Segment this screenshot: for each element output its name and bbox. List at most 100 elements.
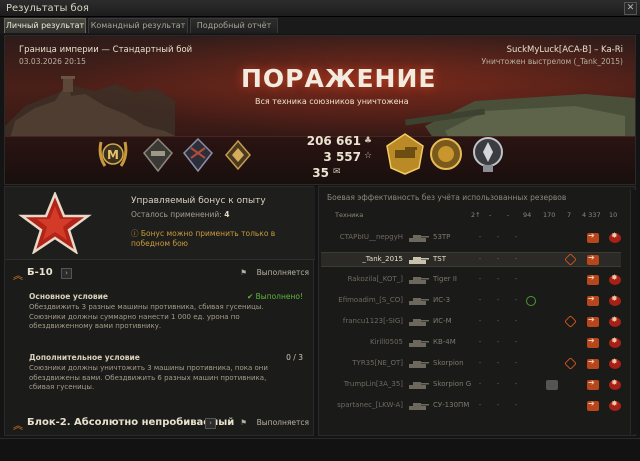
kill-blast-icon: [609, 357, 621, 369]
mission-header[interactable]: ︽ Б-10 › ⚑ Выполняется: [13, 267, 309, 282]
killed-by: Уничтожен выстрелом (_Tank_2015): [481, 57, 623, 66]
efficiency-row[interactable]: francu1123[-SIG] ИС-М - - -: [321, 315, 621, 330]
damage-arrow-icon: [587, 273, 599, 285]
mission-info-button[interactable]: ›: [205, 418, 216, 429]
xp-bonus-block: Управляемый бонус к опыту Осталось приме…: [5, 187, 315, 260]
tank-icon: [409, 257, 429, 264]
main-condition-title: Основное условие: [29, 292, 109, 301]
tank-icon: [409, 403, 429, 410]
stat-cell: -: [514, 401, 518, 409]
bonus-warning: ⓘ Бонус можно применить только в победно…: [131, 229, 276, 248]
tank-name: TST: [433, 255, 446, 263]
tank-name: КВ-4М: [433, 338, 456, 346]
credits-value: 206 661: [306, 134, 361, 148]
collapse-chevron-icon[interactable]: ︽: [13, 267, 23, 282]
scrollbar[interactable]: [630, 190, 638, 434]
efficiency-row[interactable]: spartanec_[LKW-A] СУ-130ПМ - - -: [321, 399, 621, 414]
efficiency-panel: Боевая эффективность без учёта использов…: [318, 186, 636, 436]
damage-arrow-icon: [587, 294, 599, 306]
efficiency-row[interactable]: Kirill0505 КВ-4М - - -: [321, 336, 621, 351]
efficiency-row[interactable]: Rakozila[_KOT_] Tiger II - - -: [321, 273, 621, 288]
column-header-tech: Техника: [335, 211, 364, 219]
stat-cell: -: [478, 401, 482, 409]
player-name: Efimoadim_[S_CO]: [338, 296, 403, 304]
tank-icon: [409, 298, 429, 305]
free-xp-value: 35: [312, 166, 329, 180]
tank-icon: [409, 382, 429, 389]
tab-personal-result[interactable]: Личный результат: [4, 18, 86, 33]
flag-icon: ⚑: [240, 418, 247, 427]
tank-icon: [409, 340, 429, 347]
tank-name: 53TP: [433, 233, 451, 241]
player-name: Rakozila[_KOT_]: [347, 275, 403, 283]
mission-name: Б-10: [27, 267, 53, 278]
stat-cell: -: [496, 359, 500, 367]
bonus-remaining-value: 4: [224, 210, 230, 219]
mission-status: Выполняется: [256, 268, 309, 277]
battle-result: ПОРАЖЕНИЕ: [241, 64, 437, 93]
main-condition-text: Обездвижить 3 разные машины противника, …: [29, 303, 264, 330]
player-name: Kirill0505: [369, 338, 403, 346]
close-icon[interactable]: ✕: [624, 2, 637, 15]
tank-icon: [409, 277, 429, 284]
stat-cell: -: [496, 317, 500, 325]
map-name: Граница империи — Стандартный бой: [19, 45, 193, 55]
tank-icon: [409, 361, 429, 368]
gold-tank-medal-icon[interactable]: [385, 132, 425, 176]
stat-cell: -: [514, 296, 518, 304]
mission-name: Блок-2. Абсолютно непробиваемый: [27, 417, 235, 428]
column-header: 10: [609, 211, 618, 219]
column-header: 4 337: [582, 211, 601, 219]
achievement-medal-icon[interactable]: [183, 138, 213, 172]
main-condition-status: ✔ Выполнено!: [246, 292, 303, 301]
column-header: -: [507, 211, 510, 219]
player-name: spartanec_[LKW-A]: [337, 401, 403, 409]
efficiency-row[interactable]: TrumpLin[3A_35] Skorpion G---: [321, 378, 621, 393]
damage-arrow-icon: [587, 357, 599, 369]
stat-cell: -: [478, 255, 482, 263]
extra-condition-text: Союзники должны уничтожить 3 машины прот…: [29, 364, 268, 391]
efficiency-row[interactable]: Efimoadim_[S_CO] ИС-3 - - -: [321, 294, 621, 309]
collapse-chevron-icon[interactable]: ︽: [13, 417, 23, 432]
efficiency-row[interactable]: CTAPbIU__nepgyH 53TP - - -: [321, 231, 621, 246]
kill-blast-icon: [609, 399, 621, 411]
silver-medal-icon[interactable]: [471, 134, 505, 174]
credits-icon: ♣: [364, 136, 373, 146]
bonus-remaining: Осталось применений: 4: [131, 210, 230, 219]
result-banner: Граница империи — Стандартный бой 03.03.…: [4, 35, 636, 185]
achievement-medal-icon[interactable]: [143, 138, 173, 172]
stat-cell: -: [514, 317, 518, 325]
mission-status: Выполняется: [256, 418, 309, 427]
gold-medal-icon[interactable]: [429, 136, 463, 172]
stat-cell: -: [478, 296, 482, 304]
efficiency-row[interactable]: TYR35[NE_OT] Skorpion - - -: [321, 357, 621, 372]
tab-detailed-report[interactable]: Подробный отчёт: [190, 18, 278, 33]
extra-condition-count: 0 / 3: [286, 353, 303, 362]
tank-name: Skorpion G: [433, 380, 472, 388]
efficiency-row[interactable]: _Tank_2015 TST - - -: [321, 252, 621, 267]
stat-cell: -: [514, 338, 518, 346]
player-name: CTAPbIU__nepgyH: [339, 233, 403, 241]
tank-icon: [409, 235, 429, 242]
stat-cell: -: [496, 380, 500, 388]
kill-blast-icon: [609, 336, 621, 348]
mission-info-button[interactable]: ›: [61, 268, 72, 279]
mastery-badge-icon[interactable]: M: [97, 136, 129, 174]
damage-arrow-icon: [587, 399, 599, 411]
tank-name: СУ-130ПМ: [433, 401, 470, 409]
stat-cell: -: [514, 275, 518, 283]
kill-blast-icon: [609, 378, 621, 390]
track-damage-icon: [564, 253, 577, 266]
mission-header[interactable]: ︽ Блок-2. Абсолютно непробиваемый › ⚑ Вы…: [13, 417, 309, 432]
damage-arrow-icon: [587, 336, 599, 348]
achievement-medal-icon[interactable]: [225, 140, 251, 170]
damage-arrow-icon: [587, 315, 599, 327]
tab-team-result[interactable]: Командный результат: [88, 18, 188, 33]
column-header: 7: [567, 211, 572, 219]
stat-cell: -: [496, 338, 500, 346]
bottom-bar: [0, 438, 640, 461]
efficiency-title: Боевая эффективность без учёта использов…: [327, 193, 567, 202]
column-header: 2↑: [471, 211, 481, 219]
kill-blast-icon: [609, 273, 621, 285]
track-damage-icon: [564, 315, 577, 328]
